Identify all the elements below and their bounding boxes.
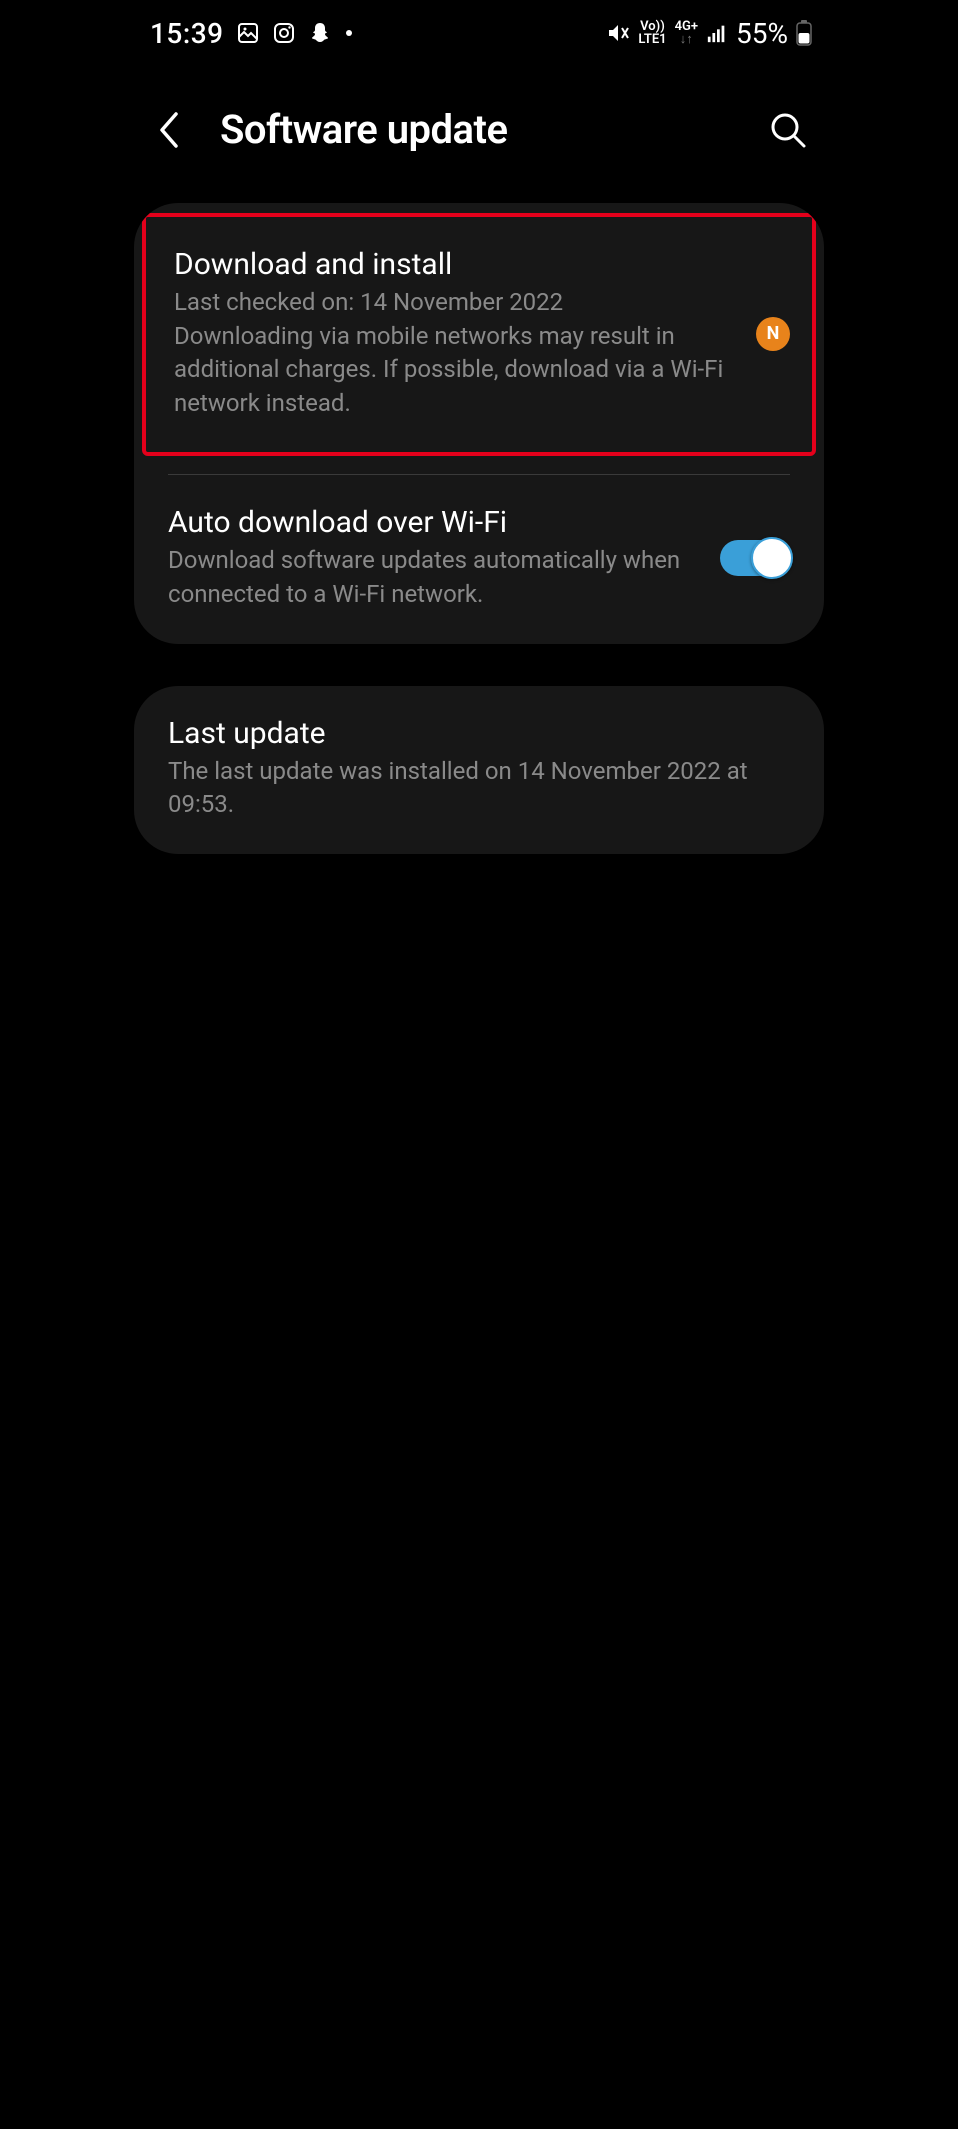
volte-indicator: Vo)) LTE1 [638,20,666,46]
snapchat-icon [308,21,332,45]
chevron-left-icon [156,108,184,152]
auto-download-item[interactable]: Auto download over Wi-Fi Download softwa… [134,475,824,643]
status-right: Vo)) LTE1 4G+ ↓↑ 55% [606,17,812,50]
auto-download-title: Auto download over Wi-Fi [168,505,700,540]
toggle-knob [751,537,793,579]
dot-icon [344,28,354,38]
battery-percentage: 55% [736,17,788,50]
download-and-install-item[interactable]: Download and install Last checked on: 14… [146,217,812,452]
back-button[interactable] [148,108,192,152]
last-update-card: Last update The last update was installe… [134,686,824,854]
mute-icon [606,21,630,45]
auto-download-subtitle: Download software updates automatically … [168,544,700,611]
status-left: 15:39 [150,17,354,50]
instagram-icon [272,21,296,45]
page-title: Software update [220,106,738,153]
network-type-indicator: 4G+ ↓↑ [675,20,698,46]
software-update-card: Download and install Last checked on: 14… [134,203,824,644]
status-bar: 15:39 Vo)) LTE1 4G+ ↓↑ [126,0,832,66]
last-update-subtitle: The last update was installed on 14 Nove… [168,755,790,822]
battery-icon [796,20,812,46]
download-install-title: Download and install [174,247,736,282]
signal-icon [706,22,728,44]
auto-download-toggle[interactable] [720,540,790,576]
download-install-subtitle: Last checked on: 14 November 2022 Downlo… [174,286,736,420]
page-header: Software update [126,66,832,203]
download-install-highlight: Download and install Last checked on: 14… [142,213,816,456]
search-button[interactable] [766,108,810,152]
last-update-item[interactable]: Last update The last update was installe… [134,686,824,854]
status-time: 15:39 [150,17,224,50]
notification-badge: N [756,317,790,351]
last-update-title: Last update [168,716,790,751]
search-icon [768,110,808,150]
gallery-icon [236,21,260,45]
